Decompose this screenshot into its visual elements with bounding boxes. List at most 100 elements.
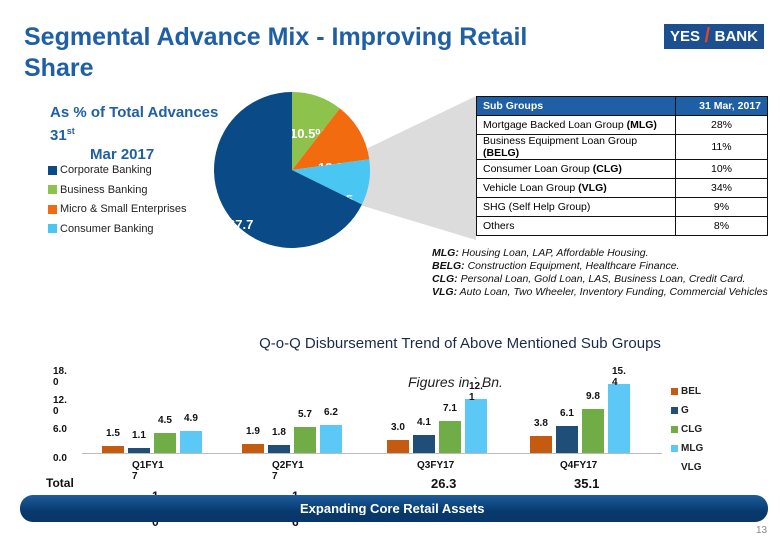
total-value: 26.3 xyxy=(431,476,457,491)
pie-slice-label: % xyxy=(228,236,238,248)
callout-shade xyxy=(360,96,476,240)
table-row: Mortgage Backed Loan Group (MLG) 28% xyxy=(476,115,768,135)
table-row: Vehicle Loan Group (VLG) 34% xyxy=(476,178,768,198)
bar xyxy=(102,446,124,453)
bar xyxy=(128,448,150,453)
note-text: Construction Equipment, Healthcare Finan… xyxy=(464,260,680,272)
x-axis-line xyxy=(82,453,662,454)
table-cell: 9% xyxy=(675,197,768,217)
bar-value-label: 1.1 xyxy=(132,430,146,442)
legend-swatch xyxy=(671,426,678,433)
note: CLG: Personal Loan, Gold Loan, LAS, Busi… xyxy=(432,273,772,286)
banner-text: Expanding Core Retail Assets xyxy=(300,501,485,515)
x-tick-label: Q4FY17 xyxy=(560,460,598,471)
subgroup-code: (BELG) xyxy=(483,147,520,159)
bar xyxy=(465,398,487,453)
legend-label: CLG xyxy=(681,424,703,435)
legend-swatch xyxy=(671,407,678,414)
bar-value-label: 5.7 xyxy=(298,409,312,421)
bar xyxy=(268,444,290,453)
bar xyxy=(413,434,435,453)
bar xyxy=(242,444,264,453)
bar xyxy=(530,435,552,453)
subgroup-name: Mortgage Backed Loan Group xyxy=(483,119,627,131)
bar-value-label: 9.8 xyxy=(586,390,600,402)
note: MLG: Housing Loan, LAP, Affordable Housi… xyxy=(432,247,772,260)
bar-legend-item: CLG xyxy=(671,424,702,435)
table-cell: Business Equipment Loan Group (BELG) xyxy=(476,134,676,160)
table-cell: 34% xyxy=(675,178,768,198)
legend-swatch xyxy=(671,388,678,395)
subgroup-name: Business Equipment Loan Group xyxy=(483,135,638,147)
bar-chart-title: Q-o-Q Disbursement Trend of Above Mentio… xyxy=(259,335,661,352)
subgroup-name: Vehicle Loan Group xyxy=(483,182,579,194)
subgroup-code: (MLG) xyxy=(626,119,657,131)
bar-value-label: 15.4 xyxy=(612,365,626,388)
table-cell: 11% xyxy=(675,134,768,160)
bar-legend-item: VLG xyxy=(671,462,702,473)
bar xyxy=(154,432,176,453)
table-cell: 10% xyxy=(675,159,768,179)
table-cell: 8% xyxy=(675,216,768,236)
y-tick-label: 6.0 xyxy=(53,424,67,435)
page-number: 13 xyxy=(756,525,768,536)
bar xyxy=(608,383,630,453)
legend-swatch xyxy=(671,445,678,452)
note-key: BELG: xyxy=(432,260,465,272)
table-header: Sub Groups xyxy=(476,96,676,116)
bar xyxy=(180,430,202,453)
x-tick-label: Q2FY17 xyxy=(272,460,304,482)
bar-value-label: 4.9 xyxy=(184,412,198,424)
bar-value-label: 7.1 xyxy=(443,403,457,415)
note-text: Auto Loan, Two Wheeler, Inventory Fundin… xyxy=(457,286,768,298)
bar-value-label: 4.1 xyxy=(417,416,431,428)
legend-label: VLG xyxy=(681,462,702,473)
table-row: Others 8% xyxy=(476,216,768,236)
bar-legend-item: BEL xyxy=(671,386,701,397)
table-header: 31 Mar, 2017 xyxy=(675,96,768,116)
table-cell: SHG (Self Help Group) xyxy=(476,197,676,217)
legend-label: BEL xyxy=(681,386,701,397)
bar xyxy=(556,425,578,453)
bar xyxy=(294,427,316,453)
y-tick-label: 18.0 xyxy=(53,366,67,388)
bar xyxy=(320,425,342,453)
subgroup-name: Others xyxy=(483,220,515,232)
table-row: Business Equipment Loan Group (BELG) 11% xyxy=(476,134,768,160)
notes: MLG: Housing Loan, LAP, Affordable Housi… xyxy=(432,247,772,299)
total-value: 35.1 xyxy=(574,476,600,491)
bar-value-label: 4.5 xyxy=(158,414,172,426)
legend-label: G xyxy=(681,405,689,416)
bar-value-label: 1.8 xyxy=(272,426,286,438)
total-label: Total xyxy=(46,476,74,490)
table-row: SHG (Self Help Group) 9% xyxy=(476,197,768,217)
table-cell: Mortgage Backed Loan Group (MLG) xyxy=(476,115,676,135)
pie-slice-label: % xyxy=(361,211,371,223)
table-cell: 28% xyxy=(675,115,768,135)
y-tick-label: 0.0 xyxy=(53,453,67,464)
subgroups-table: Sub Groups 31 Mar, 2017 Mortgage Backed L… xyxy=(476,96,768,236)
note: BELG: Construction Equipment, Healthcare… xyxy=(432,260,772,273)
bar-value-label: 12.1 xyxy=(469,380,483,403)
bar xyxy=(439,421,461,453)
subgroup-name: Consumer Loan Group xyxy=(483,163,593,175)
pie-slice-label: 67.7 xyxy=(228,217,253,232)
bar-value-label: 6.1 xyxy=(560,407,574,419)
bar-value-label: 3.0 xyxy=(391,421,405,433)
note-key: MLG: xyxy=(432,247,459,259)
bar-legend-item: G xyxy=(671,405,689,416)
table-cell: Consumer Loan Group (CLG) xyxy=(476,159,676,179)
legend-label: MLG xyxy=(681,443,704,454)
table-cell: Others xyxy=(476,216,676,236)
bar xyxy=(387,439,409,453)
note-text: Housing Loan, LAP, Affordable Housing. xyxy=(458,247,649,259)
subgroup-code: (CLG) xyxy=(592,163,622,175)
note-text: Personal Loan, Gold Loan, LAS, Business … xyxy=(457,273,746,285)
bar xyxy=(582,408,604,453)
table-cell: Vehicle Loan Group (VLG) xyxy=(476,178,676,198)
note: VLG: Auto Loan, Two Wheeler, Inventory F… xyxy=(432,286,772,299)
x-tick-label: Q1FY17 xyxy=(132,460,164,482)
bar-chart-subtitle: Figures in ` Bn. xyxy=(408,374,503,390)
bar-legend-item: MLG xyxy=(671,443,703,454)
subgroup-name: SHG (Self Help Group) xyxy=(483,201,591,213)
